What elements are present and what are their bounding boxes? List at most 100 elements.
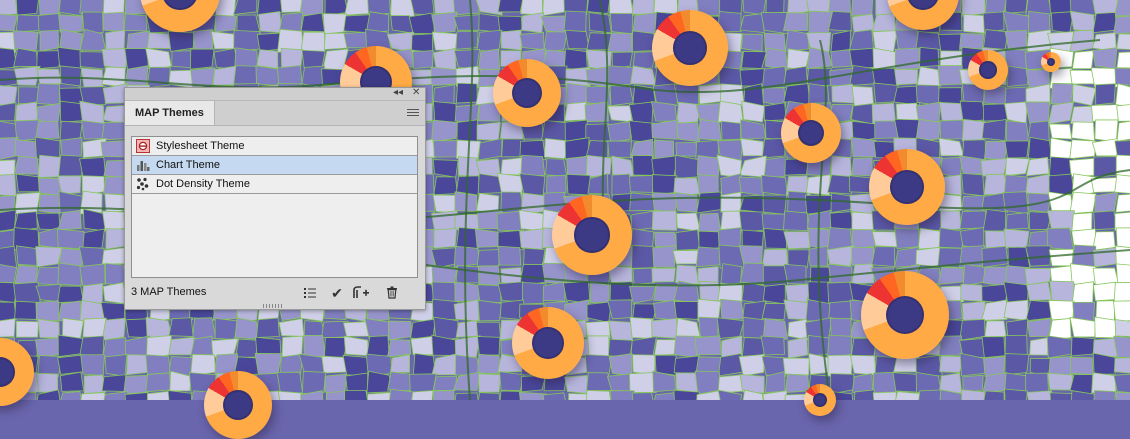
county-cell (476, 29, 503, 52)
county-cell (303, 335, 326, 358)
county-cell (1049, 265, 1074, 283)
county-cell (696, 191, 722, 214)
county-cell (674, 192, 699, 213)
county-cell (101, 317, 126, 341)
panel-footer: 3 MAP Themes ✔ (131, 284, 418, 302)
county-cell (520, 192, 546, 214)
county-cell (80, 392, 106, 400)
county-cell (937, 65, 964, 86)
trash-icon[interactable] (383, 284, 401, 302)
panel-tab-row: MAP Themes (125, 101, 425, 126)
county-cell (456, 119, 479, 143)
county-cell (232, 0, 258, 16)
county-cell (1025, 173, 1051, 196)
county-cell (564, 375, 589, 395)
county-cell (982, 372, 1009, 394)
county-cell (411, 390, 434, 400)
resize-grip[interactable] (263, 304, 283, 308)
county-cell (961, 119, 986, 142)
county-cell (586, 301, 612, 323)
county-cell (38, 0, 62, 16)
county-cell (1027, 136, 1053, 161)
county-cell (168, 336, 195, 356)
county-cell (787, 0, 810, 15)
donut-chart-marker (781, 103, 841, 163)
close-icon[interactable]: ✕ (412, 86, 420, 100)
county-cell (103, 391, 129, 400)
add-theme-icon[interactable] (352, 284, 370, 302)
county-cell (101, 247, 127, 265)
county-cell (697, 174, 719, 196)
county-cell (981, 119, 1007, 142)
county-cell (499, 371, 525, 392)
county-cell (694, 335, 723, 356)
theme-item-dot-density[interactable]: Dot Density Theme (132, 175, 417, 194)
county-cell (1113, 15, 1130, 35)
county-cell (828, 10, 852, 32)
county-cell (1092, 246, 1117, 268)
county-cell (698, 83, 723, 105)
county-cell (851, 137, 877, 158)
county-cell (959, 210, 987, 230)
county-cell (628, 120, 656, 143)
county-cell (519, 173, 546, 196)
list-icon[interactable] (301, 284, 319, 302)
county-cell (15, 320, 39, 338)
county-cell (854, 389, 876, 400)
county-cell (650, 101, 678, 122)
county-cell (632, 12, 657, 35)
tab-map-themes[interactable]: MAP Themes (125, 101, 215, 125)
county-cell (497, 15, 523, 33)
theme-item-label: Chart Theme (156, 159, 220, 171)
county-cell (82, 228, 105, 249)
county-cell (695, 356, 723, 373)
county-cell (256, 49, 279, 70)
county-cell (983, 390, 1005, 400)
county-cell (607, 140, 632, 158)
county-cell (673, 335, 699, 359)
county-cell (740, 137, 764, 157)
county-cell (1116, 120, 1130, 142)
county-cell (609, 85, 634, 107)
county-cell (983, 140, 1008, 161)
county-cell (102, 105, 126, 125)
county-cell (739, 155, 767, 178)
county-cell (0, 173, 17, 197)
theme-item-chart[interactable]: Chart Theme (132, 156, 417, 175)
panel-menu-icon[interactable] (407, 107, 419, 118)
county-cell (716, 317, 745, 339)
county-cell (1094, 119, 1119, 143)
county-cell (805, 299, 831, 322)
dot-density-icon (136, 177, 149, 191)
county-cell (146, 66, 171, 89)
county-cell (477, 299, 503, 322)
county-cell (851, 85, 875, 107)
county-cell (631, 0, 655, 15)
county-cell (101, 66, 126, 88)
county-cell (830, 30, 851, 53)
county-cell (104, 354, 128, 377)
county-cell (256, 317, 280, 338)
collapse-icon[interactable]: ◂◂ (393, 86, 403, 100)
county-cell (830, 49, 852, 68)
county-cell (478, 13, 501, 33)
county-cell (629, 285, 657, 304)
map-themes-panel[interactable]: ◂◂ ✕ MAP Themes Stylesheet Theme Chart T… (124, 87, 426, 310)
county-cell (453, 48, 481, 70)
theme-item-stylesheet[interactable]: Stylesheet Theme (132, 137, 417, 156)
county-cell (940, 210, 962, 230)
county-cell (675, 317, 701, 338)
county-cell (167, 389, 193, 400)
county-cell (1049, 392, 1074, 400)
county-cell (717, 100, 744, 124)
county-cell (35, 246, 63, 268)
apply-check-icon[interactable]: ✔ (328, 284, 346, 302)
county-cell (851, 229, 876, 251)
county-cell (35, 266, 62, 286)
county-cell (1095, 83, 1116, 106)
county-cell (698, 213, 722, 233)
panel-titlebar[interactable]: ◂◂ ✕ (125, 86, 425, 101)
county-cell (454, 392, 479, 400)
county-cell (454, 281, 481, 302)
county-cell (1114, 67, 1130, 86)
